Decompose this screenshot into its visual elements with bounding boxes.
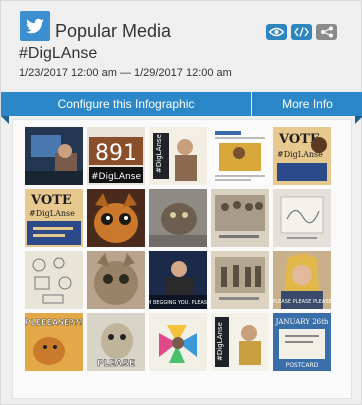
share-icon[interactable] bbox=[316, 24, 337, 40]
media-tile-surprised-cat[interactable] bbox=[87, 251, 145, 309]
tile-woman-sign-text: #DigLAnse bbox=[155, 134, 163, 173]
media-tile-manuscript[interactable] bbox=[25, 251, 83, 309]
media-tile-woman-sign[interactable]: #DigLAnse bbox=[149, 127, 207, 185]
tile-postcard-label: POSTCARD bbox=[286, 362, 319, 369]
eye-icon[interactable] bbox=[266, 24, 287, 40]
media-tile-lion-pleeease[interactable]: PLEEEASE??? bbox=[25, 313, 83, 371]
hashtag-label: #DigLAnse bbox=[19, 45, 98, 62]
tile-postcard-date: JANUARY 26th bbox=[275, 318, 329, 326]
tile-891-hashtag: #DigLAnse bbox=[91, 172, 141, 182]
tile-tv-host-caption: I'M BEGGING YOU. PLEASE. bbox=[149, 300, 207, 306]
media-tile-woman-please[interactable]: PLEASE PLEASE PLEASE bbox=[273, 251, 331, 309]
tile-woman-please-caption: PLEASE PLEASE PLEASE bbox=[273, 299, 331, 305]
media-tile-sketch[interactable] bbox=[273, 189, 331, 247]
widget-title: Popular Media bbox=[55, 21, 172, 41]
media-panel: 891 #DigLAnse #DigLAnse VOTE #DigLAnse VOT… bbox=[12, 119, 352, 399]
tile-vote2-hashtag: #DigLAnse bbox=[29, 209, 75, 218]
media-tile-cat-floor[interactable] bbox=[149, 189, 207, 247]
more-info-button[interactable]: More Info bbox=[252, 92, 362, 116]
twitter-bird-icon bbox=[20, 11, 50, 41]
media-tile-woman-sign-2[interactable]: #DigLAnse bbox=[211, 313, 269, 371]
tile-cat-please-caption: PLEASE bbox=[97, 359, 135, 369]
tile-vote2-text: VOTE bbox=[30, 193, 72, 208]
ribbon-fold-right bbox=[355, 116, 362, 124]
media-tile-vintage-crowd[interactable] bbox=[211, 251, 269, 309]
media-tile-article[interactable] bbox=[211, 127, 269, 185]
popular-media-widget: Popular Media #DigLAnse 1/23/2017 12:00 … bbox=[0, 0, 362, 405]
embed-code-icon[interactable] bbox=[291, 24, 312, 40]
action-ribbon: Configure this Infographic More Info bbox=[1, 92, 362, 124]
media-tile-rainbow-cat[interactable] bbox=[149, 313, 207, 371]
media-tile-postcard[interactable]: JANUARY 26th POSTCARD bbox=[273, 313, 331, 371]
tile-woman-sign2-text: #DigLAnse bbox=[216, 322, 224, 361]
media-tile-vote-1[interactable]: VOTE #DigLAnse bbox=[273, 127, 331, 185]
ribbon-fold-left bbox=[1, 116, 9, 124]
media-tile-vote-2[interactable]: VOTE #DigLAnse bbox=[25, 189, 83, 247]
tile-lion-caption: PLEEEASE??? bbox=[25, 318, 83, 327]
media-tile-puss-cat[interactable] bbox=[87, 189, 145, 247]
configure-infographic-button[interactable]: Configure this Infographic bbox=[1, 92, 251, 116]
date-range: 1/23/2017 12:00 am — 1/29/2017 12:00 am bbox=[19, 67, 232, 79]
media-tile-vintage-group[interactable] bbox=[211, 189, 269, 247]
tile-891-number: 891 bbox=[95, 141, 137, 166]
media-tile-laptop[interactable] bbox=[25, 127, 83, 185]
media-tile-cat-please[interactable]: PLEASE bbox=[87, 313, 145, 371]
widget-header: Popular Media #DigLAnse 1/23/2017 12:00 … bbox=[1, 1, 362, 93]
media-tile-tv-host[interactable]: I'M BEGGING YOU. PLEASE. bbox=[149, 251, 207, 309]
media-tile-891[interactable]: 891 #DigLAnse bbox=[87, 127, 145, 185]
